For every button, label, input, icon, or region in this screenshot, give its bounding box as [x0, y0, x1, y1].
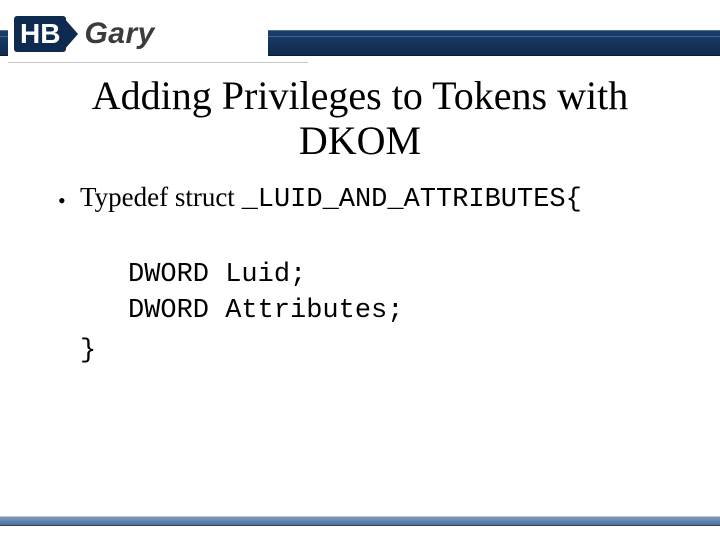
code-block: DWORD Luid; DWORD Attributes;: [128, 257, 680, 330]
logo-hb: HB: [14, 16, 66, 52]
logo: HB Gary: [8, 6, 268, 62]
code-close-brace: }: [80, 336, 680, 366]
bullet-text: Typedef struct _LUID_AND_ATTRIBUTES{: [80, 182, 582, 215]
code-line-2: DWORD Attributes;: [128, 296, 403, 326]
bullet-prefix: Typedef struct: [80, 182, 242, 212]
logo-chevron-icon: [64, 18, 78, 50]
slide-body: • Typedef struct _LUID_AND_ATTRIBUTES{ D…: [58, 182, 680, 366]
bullet-dot-icon: •: [58, 190, 80, 212]
bullet-mono: _LUID_AND_ATTRIBUTES{: [242, 185, 582, 215]
footer-bar: [0, 516, 720, 526]
bullet-item: • Typedef struct _LUID_AND_ATTRIBUTES{: [58, 182, 680, 215]
logo-gary: Gary: [84, 17, 154, 51]
slide-title: Adding Privileges to Tokens with DKOM: [50, 74, 670, 164]
logo-divider: [8, 62, 308, 63]
code-line-1: DWORD Luid;: [128, 260, 306, 290]
